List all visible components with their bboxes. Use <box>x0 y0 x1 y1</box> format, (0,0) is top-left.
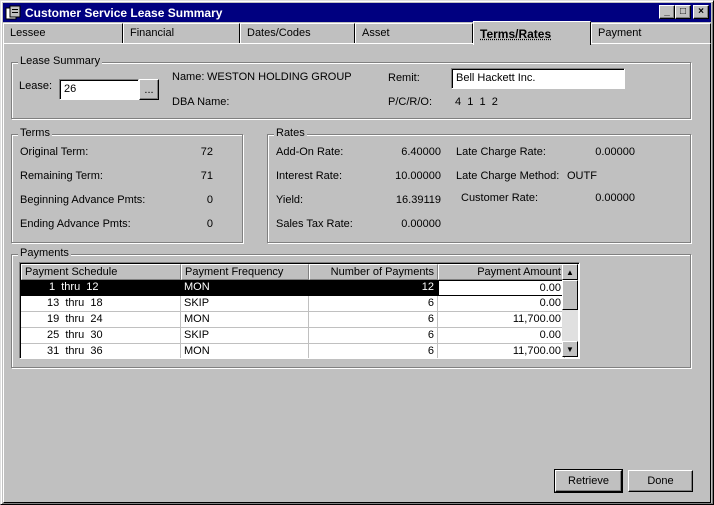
cell-amount: 0.00 <box>438 296 565 312</box>
customer-rate-value: 0.00000 <box>595 192 635 204</box>
chevron-up-icon: ▲ <box>566 267 574 277</box>
close-button[interactable]: × <box>693 5 709 19</box>
cell-count: 6 <box>309 296 438 312</box>
terms-title: Terms <box>18 127 52 139</box>
beginning-advance-label: Beginning Advance Pmts: <box>20 194 146 206</box>
yield-label: Yield: <box>276 194 304 206</box>
interest-rate-label: Interest Rate: <box>276 170 343 182</box>
cell-amount: 11,700.00 <box>438 344 565 358</box>
table-row[interactable]: 13 thru 18 SKIP 6 0.00 <box>21 296 565 312</box>
name-value: WESTON HOLDING GROUP <box>207 71 352 83</box>
app-icon <box>5 5 21 19</box>
grid-body: 1 thru 12 MON 12 0.00 13 thru 18 SKIP 6 … <box>21 280 565 358</box>
cell-frequency: MON <box>181 312 309 328</box>
remit-label: Remit: <box>388 72 420 84</box>
yield-value: 16.39119 <box>395 194 441 206</box>
cell-count: 6 <box>309 344 438 358</box>
name-label: Name: <box>172 71 205 83</box>
cell-schedule: 13 thru 18 <box>21 296 181 312</box>
chevron-down-icon: ▼ <box>566 344 574 354</box>
add-on-rate-value: 6.40000 <box>401 146 441 158</box>
tab-lessee[interactable]: Lessee <box>3 23 123 43</box>
window-title: Customer Service Lease Summary <box>25 5 223 20</box>
title-bar[interactable]: Customer Service Lease Summary _ □ × <box>3 3 711 22</box>
table-row[interactable]: 19 thru 24 MON 6 11,700.00 <box>21 312 565 328</box>
payments-title: Payments <box>18 247 71 259</box>
tab-dates-codes[interactable]: Dates/Codes <box>240 23 355 43</box>
ending-advance-value: 0 <box>206 218 213 230</box>
maximize-button[interactable]: □ <box>675 5 691 19</box>
remit-input[interactable]: Bell Hackett Inc. <box>451 68 625 89</box>
done-button[interactable]: Done <box>628 470 693 492</box>
lease-summary-window: Customer Service Lease Summary _ □ × Les… <box>0 0 714 505</box>
lease-lookup-button[interactable]: ... <box>139 79 159 100</box>
table-row[interactable]: 1 thru 12 MON 12 0.00 <box>21 280 565 296</box>
scroll-down-button[interactable]: ▼ <box>562 341 578 357</box>
col-header-count[interactable]: Number of Payments <box>309 264 438 280</box>
remaining-term-label: Remaining Term: <box>20 170 103 182</box>
cell-amount: 0.00 <box>438 328 565 344</box>
grid-header: Payment Schedule Payment Frequency Numbe… <box>21 264 565 280</box>
cell-schedule: 1 thru 12 <box>21 280 181 296</box>
minimize-button[interactable]: _ <box>659 5 675 19</box>
cell-schedule: 31 thru 36 <box>21 344 181 358</box>
col-header-schedule[interactable]: Payment Schedule <box>21 264 181 280</box>
sales-tax-rate-label: Sales Tax Rate: <box>276 218 353 230</box>
close-icon: × <box>698 6 704 17</box>
col-header-amount[interactable]: Payment Amount <box>438 264 565 280</box>
dba-label: DBA Name: <box>172 96 230 108</box>
original-term-value: 72 <box>200 146 213 158</box>
tab-strip: Lessee Financial Dates/Codes Asset Terms… <box>3 21 711 45</box>
cell-frequency: MON <box>181 280 309 296</box>
cell-count: 6 <box>309 312 438 328</box>
table-row[interactable]: 31 thru 36 MON 6 11,700.00 <box>21 344 565 358</box>
pcro-label: P/C/R/O: <box>388 96 433 108</box>
tab-asset[interactable]: Asset <box>355 23 473 43</box>
remaining-term-value: 71 <box>200 170 213 182</box>
cell-count: 12 <box>309 280 438 296</box>
late-charge-rate-value: 0.00000 <box>595 146 635 158</box>
lease-label: Lease: <box>19 80 53 92</box>
payments-grid[interactable]: Payment Schedule Payment Frequency Numbe… <box>19 262 580 359</box>
sales-tax-rate-value: 0.00000 <box>401 218 441 230</box>
late-charge-rate-label: Late Charge Rate: <box>456 146 546 158</box>
table-row[interactable]: 25 thru 30 SKIP 6 0.00 <box>21 328 565 344</box>
grid-scrollbar[interactable]: ▲ ▼ <box>562 264 578 357</box>
tab-terms-rates[interactable]: Terms/Rates <box>473 21 591 45</box>
cell-frequency: SKIP <box>181 328 309 344</box>
cell-schedule: 25 thru 30 <box>21 328 181 344</box>
pcro-value: 4 1 1 2 <box>455 96 498 108</box>
cell-frequency: SKIP <box>181 296 309 312</box>
minimize-icon: _ <box>664 6 670 17</box>
lease-input[interactable]: 26 <box>59 79 139 100</box>
original-term-label: Original Term: <box>20 146 89 158</box>
scroll-thumb[interactable] <box>562 280 578 310</box>
cell-count: 6 <box>309 328 438 344</box>
tab-financial[interactable]: Financial <box>123 23 240 43</box>
scroll-up-button[interactable]: ▲ <box>562 264 578 280</box>
late-charge-method-label: Late Charge Method: <box>456 170 560 182</box>
customer-rate-label: Customer Rate: <box>461 192 539 204</box>
rates-title: Rates <box>274 127 307 139</box>
cell-frequency: MON <box>181 344 309 358</box>
ending-advance-label: Ending Advance Pmts: <box>20 218 131 230</box>
cell-schedule: 19 thru 24 <box>21 312 181 328</box>
retrieve-button[interactable]: Retrieve <box>555 470 622 492</box>
maximize-icon: □ <box>679 6 687 17</box>
tab-payment[interactable]: Payment <box>591 23 711 43</box>
beginning-advance-value: 0 <box>206 194 213 206</box>
col-header-frequency[interactable]: Payment Frequency <box>181 264 309 280</box>
lease-summary-title: Lease Summary <box>18 55 103 67</box>
interest-rate-value: 10.00000 <box>395 170 441 182</box>
late-charge-method-value: OUTF <box>567 170 597 182</box>
cell-amount: 11,700.00 <box>438 312 565 328</box>
add-on-rate-label: Add-On Rate: <box>276 146 344 158</box>
cell-amount[interactable]: 0.00 <box>438 280 565 296</box>
